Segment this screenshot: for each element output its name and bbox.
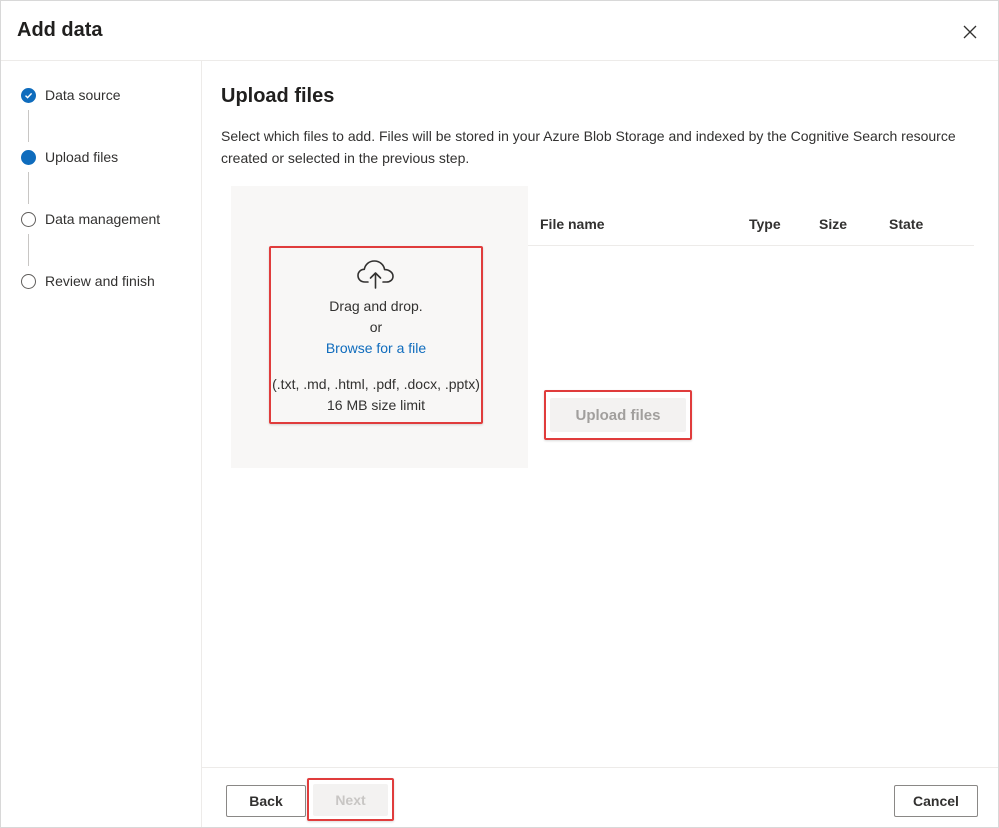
cloud-upload-icon (357, 260, 394, 289)
page-title: Upload files (221, 85, 335, 107)
step-connector (28, 110, 29, 142)
pending-step-icon (21, 273, 36, 289)
drop-target[interactable]: Drag and drop. or Browse for a file (.tx… (269, 246, 483, 424)
wizard-steps: Data source Upload files Data management… (1, 61, 202, 827)
close-button[interactable] (959, 21, 981, 43)
step-connector (28, 234, 29, 266)
page-description: Select which files to add. Files will be… (221, 128, 956, 166)
file-drop-area[interactable]: Drag and drop. or Browse for a file (.tx… (231, 186, 528, 468)
checkmark-icon (21, 87, 36, 103)
column-header-size[interactable]: Size (819, 216, 847, 232)
step-connector (28, 172, 29, 204)
upload-files-button[interactable]: Upload files (550, 398, 686, 432)
step-review-and-finish[interactable]: Review and finish (21, 269, 155, 293)
pending-step-icon (21, 211, 36, 227)
dialog-header: Add data (1, 1, 998, 61)
add-data-dialog: Add data Data source Upload files Data m… (0, 0, 999, 828)
browse-file-link[interactable]: Browse for a file (326, 338, 426, 359)
step-upload-files[interactable]: Upload files (21, 145, 118, 169)
next-button-highlight: Next (307, 778, 394, 821)
next-button[interactable]: Next (313, 784, 388, 816)
back-button[interactable]: Back (226, 785, 306, 817)
or-text: or (369, 319, 383, 335)
main-panel: Upload files Select which files to add. … (202, 61, 998, 767)
step-label: Review and finish (45, 273, 155, 289)
upload-files-highlight: Upload files (544, 390, 692, 440)
step-data-management[interactable]: Data management (21, 207, 160, 231)
close-icon (963, 25, 977, 39)
column-header-type[interactable]: Type (749, 216, 781, 232)
files-table-header: File name Type Size State (528, 204, 974, 246)
step-data-source[interactable]: Data source (21, 83, 120, 107)
step-label: Data source (45, 87, 121, 103)
step-label: Upload files (45, 149, 119, 165)
size-limit-text: 16 MB size limit (326, 397, 426, 413)
step-label: Data management (45, 211, 161, 227)
cancel-button[interactable]: Cancel (894, 785, 978, 817)
current-step-icon (21, 149, 36, 165)
drag-drop-text: Drag and drop. (329, 298, 423, 314)
allowed-formats-text: (.txt, .md, .html, .pdf, .docx, .pptx) (272, 376, 480, 392)
column-header-state[interactable]: State (889, 216, 923, 232)
dialog-title: Add data (17, 19, 103, 41)
dialog-footer: Back Next Cancel (202, 767, 998, 827)
column-header-file-name[interactable]: File name (540, 216, 605, 232)
